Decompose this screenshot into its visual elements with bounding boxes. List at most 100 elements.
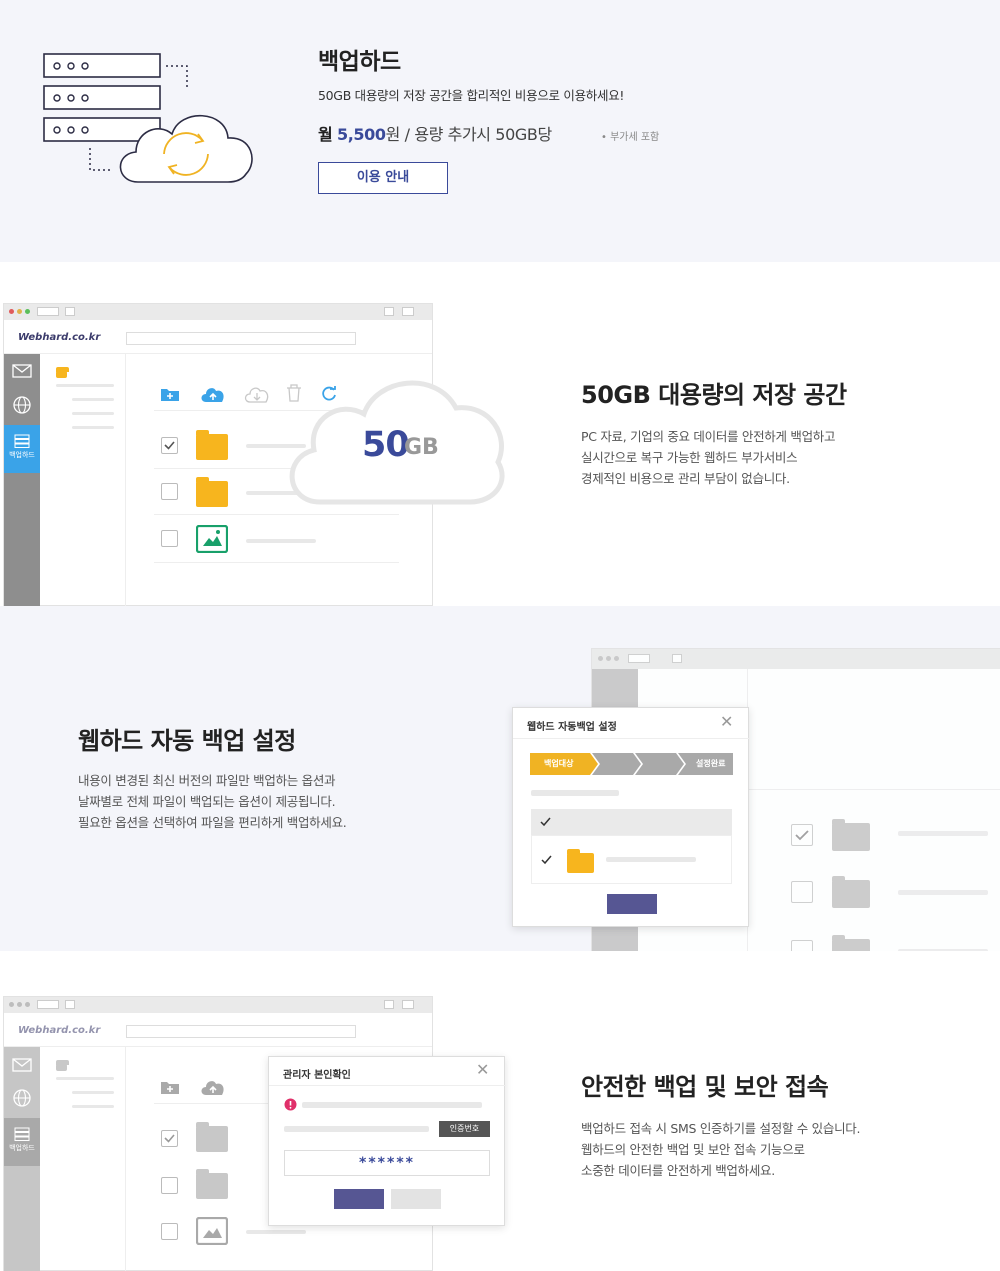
close-icon[interactable]: ✕	[476, 1060, 489, 1079]
folder-icon	[196, 477, 228, 507]
image-file-icon	[196, 1217, 228, 1245]
nav-arrows-icon	[37, 1000, 59, 1009]
feature2-title: 웹하드 자동 백업 설정	[78, 727, 296, 755]
browser-toolbar	[592, 649, 1000, 669]
row-checkbox[interactable]	[791, 940, 813, 951]
feature3-line: 웹하드의 안전한 백업 및 보안 접속 기능으로	[581, 1142, 805, 1157]
share-icon	[384, 307, 394, 316]
feature1-line: 경제적인 비용으로 관리 부담이 없습니다.	[581, 471, 790, 486]
row-checkbox[interactable]	[161, 1177, 178, 1194]
search-input[interactable]	[126, 1025, 356, 1038]
sidebar-item-backuphard[interactable]: 백업하드	[4, 1118, 40, 1166]
price-unit: 원	[385, 125, 401, 144]
sidebar-item-label: 백업하드	[9, 1144, 35, 1152]
search-input[interactable]	[126, 332, 356, 345]
download-cloud-icon[interactable]	[244, 385, 270, 403]
folder-icon	[832, 935, 870, 951]
sidebar	[4, 354, 40, 607]
check-icon	[164, 441, 175, 450]
new-folder-icon[interactable]	[160, 386, 180, 402]
select-all-row[interactable]	[531, 809, 732, 835]
price-amount: 5,500	[337, 125, 386, 144]
folder-icon	[832, 876, 870, 908]
feature1-line: PC 자료, 기업의 중요 데이터를 안전하게 백업하고	[581, 429, 836, 444]
window-icon	[402, 307, 414, 316]
check-icon	[540, 817, 551, 827]
vat-note: • 부가세 포함	[601, 132, 660, 143]
row-checkbox[interactable]	[161, 1223, 178, 1240]
minimize-dot-icon	[17, 309, 22, 314]
row-checkbox[interactable]	[161, 483, 178, 500]
page: 백업하드 50GB 대용량의 저장 공간을 합리적인 비용으로 이용하세요! 월…	[0, 0, 1000, 1271]
admin-verify-dialog: 관리자 본인확인 ✕ 인증번호 ******	[268, 1056, 506, 1226]
server-cloud-backup-icon	[43, 53, 253, 183]
folder-icon	[196, 1122, 228, 1152]
feature3-line: 백업하드 접속 시 SMS 인증하기를 설정할 수 있습니다.	[581, 1121, 861, 1136]
hero-section: 백업하드 50GB 대용량의 저장 공간을 합리적인 비용으로 이용하세요! 월…	[0, 0, 1000, 262]
backup-target-row[interactable]	[531, 835, 732, 884]
feature1-line: 실시간으로 복구 가능한 웹하드 부가서비스	[581, 450, 798, 465]
check-icon	[164, 1134, 175, 1143]
tab-icon	[672, 654, 682, 663]
feature1-title: 50GB 대용량의 저장 공간	[581, 381, 847, 409]
webhard-logo: Webhard.co.kr	[18, 1025, 101, 1036]
cloud-capacity-unit: GB	[404, 435, 439, 460]
hero-title: 백업하드	[318, 49, 401, 75]
confirm-button[interactable]	[334, 1189, 384, 1209]
check-icon	[541, 855, 552, 865]
feature1-description: PC 자료, 기업의 중요 데이터를 안전하게 백업하고 실시간으로 복구 가능…	[581, 426, 835, 489]
window-icon	[402, 1000, 414, 1009]
tree-folder-icon	[56, 1060, 69, 1071]
price-info: 월 5,500원 / 용량 추가시 50GB당	[318, 121, 552, 145]
guide-button[interactable]: 이용 안내	[318, 162, 448, 194]
browser-toolbar	[4, 304, 432, 320]
price-prefix: 월	[318, 125, 333, 144]
feature-security-section: Webhard.co.kr 백업하드 관리자 본인확인 ✕ 인증번호 *****…	[0, 951, 1000, 1271]
globe-icon[interactable]	[12, 395, 32, 415]
feature2-line: 필요한 옵션을 선택하여 파일을 편리하게 백업하세요.	[78, 815, 347, 830]
confirm-button[interactable]	[607, 894, 657, 914]
folder-tree	[40, 354, 126, 607]
tab-icon	[65, 1000, 75, 1009]
folder-icon	[832, 819, 870, 851]
row-checkbox-checked[interactable]	[161, 1130, 178, 1147]
tab-icon	[65, 307, 75, 316]
row-checkbox-checked[interactable]	[791, 824, 813, 846]
globe-icon[interactable]	[12, 1088, 32, 1108]
password-input[interactable]: ******	[284, 1150, 490, 1176]
row-checkbox[interactable]	[791, 881, 813, 903]
folder-icon	[196, 430, 228, 460]
row-checkbox-checked[interactable]	[161, 437, 178, 454]
image-file-icon	[196, 525, 228, 553]
folder-tree	[40, 1047, 126, 1271]
hero-description: 50GB 대용량의 저장 공간을 합리적인 비용으로 이용하세요!	[318, 88, 625, 103]
feature2-line: 날짜별로 전체 파일이 백업되는 옵션이 제공됩니다.	[78, 794, 336, 809]
cancel-button[interactable]	[391, 1189, 441, 1209]
folder-icon	[567, 849, 594, 873]
alert-icon	[284, 1098, 297, 1111]
maximize-dot-icon	[25, 309, 30, 314]
step-last-label: 설정완료	[696, 759, 726, 768]
step-first-label: 백업대상	[544, 759, 574, 768]
upload-cloud-icon[interactable]	[200, 385, 226, 403]
sidebar-item-backuphard[interactable]: 백업하드	[4, 425, 40, 473]
close-icon[interactable]: ✕	[720, 712, 733, 731]
feature2-description: 내용이 변경된 최신 버전의 파일만 백업하는 옵션과 날짜별로 전체 파일이 …	[78, 770, 347, 833]
feature3-title: 안전한 백업 및 보안 접속	[581, 1073, 829, 1101]
browser-toolbar	[4, 997, 432, 1013]
mail-icon[interactable]	[12, 364, 32, 378]
row-checkbox[interactable]	[161, 530, 178, 547]
tree-folder-icon	[56, 367, 69, 378]
upload-cloud-icon[interactable]	[200, 1078, 226, 1096]
webhard-logo: Webhard.co.kr	[18, 332, 101, 343]
auto-backup-dialog: 웹하드 자동백업 설정 ✕ 백업대상 설정완료	[512, 707, 750, 927]
mail-icon[interactable]	[12, 1058, 32, 1072]
share-icon	[384, 1000, 394, 1009]
sidebar-item-label: 백업하드	[9, 451, 35, 459]
feature3-description: 백업하드 접속 시 SMS 인증하기를 설정할 수 있습니다. 웹하드의 안전한…	[581, 1118, 860, 1181]
price-suffix: / 용량 추가시 50GB당	[399, 125, 553, 144]
dialog-title: 관리자 본인확인	[283, 1070, 351, 1081]
verify-code-button[interactable]: 인증번호	[439, 1121, 490, 1137]
new-folder-icon[interactable]	[160, 1079, 180, 1095]
dialog-title: 웹하드 자동백업 설정	[527, 722, 617, 733]
